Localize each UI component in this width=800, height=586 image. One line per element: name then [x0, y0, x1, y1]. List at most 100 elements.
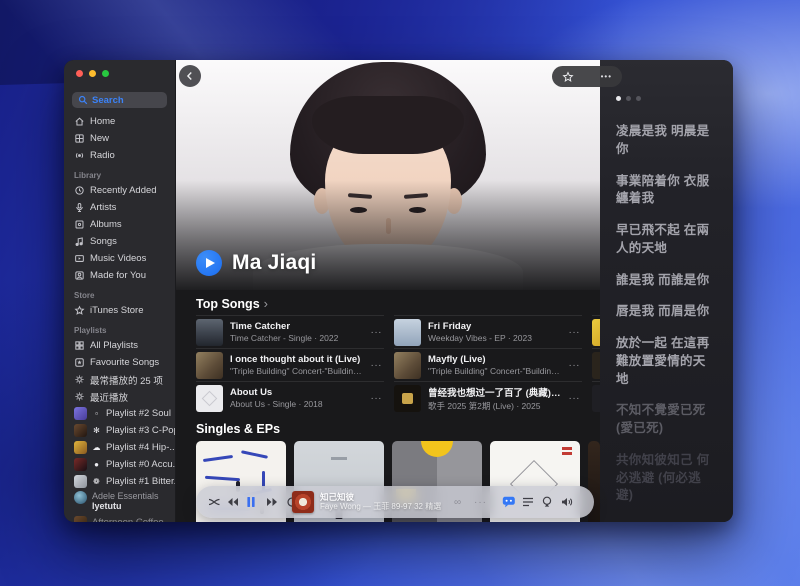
album-art [196, 385, 223, 412]
favorite-star-button[interactable] [562, 71, 574, 83]
song-row-mayfly[interactable]: Mayfly (Live) "Triple Building" Concert-… [394, 348, 582, 381]
album-art [592, 385, 600, 412]
lyric-line[interactable]: 放於一起 在這再難放置愛情的天地 [616, 335, 717, 388]
lyrics-bubble-icon [502, 496, 516, 509]
sidebar-item-afternoon-coffee[interactable]: Afternoon Coffee [64, 514, 175, 522]
zoom-button[interactable] [102, 70, 109, 77]
close-button[interactable] [76, 70, 83, 77]
sidebar-item-made-for-you[interactable]: Made for You [64, 267, 175, 284]
next-button[interactable] [266, 486, 279, 518]
sidebar-item-recently-played[interactable]: 最近播放 [64, 388, 175, 405]
more-icon[interactable] [371, 327, 385, 338]
lyric-line[interactable]: 共你知彼知己 何必逃避 (何必逃避) [616, 452, 717, 505]
star-icon [562, 71, 574, 83]
sidebar-item-all-playlists[interactable]: All Playlists [64, 337, 175, 354]
more-icon[interactable] [569, 393, 583, 404]
sidebar-item-label: Afternoon Coffee [92, 517, 164, 522]
song-row-time-catcher[interactable]: Time Catcher Time Catcher - Single · 202… [196, 315, 384, 348]
sidebar-item-most-played[interactable]: 最常播放的 25 项 [64, 371, 175, 388]
more-icon[interactable] [569, 360, 583, 371]
fast-forward-icon [266, 497, 279, 507]
gear-icon [74, 391, 85, 402]
lyric-line[interactable]: 事業陪着你 衣服纏着我 [616, 173, 717, 209]
song-row-i-once-thought[interactable]: I once thought about it (Live) "Triple B… [196, 348, 384, 381]
grid-plus-icon [74, 133, 85, 144]
sidebar-item-itunes-store[interactable]: iTunes Store [64, 302, 175, 319]
sidebar-item-playlist-1-bitter[interactable]: ❁ Playlist #1 Bitter... [64, 473, 175, 490]
pause-icon [246, 496, 256, 508]
sidebar-item-label: Playlist #4 Hip-... [106, 442, 175, 453]
top-songs-header[interactable]: Top Songs › [196, 296, 580, 311]
rewind-icon [226, 497, 239, 507]
sidebar-item-favourite-songs[interactable]: Favourite Songs [64, 354, 175, 371]
now-playing-info[interactable]: 知己知彼 Faye Wong — 王菲 89-97 32 精選 [320, 486, 441, 518]
sidebar-item-songs[interactable]: Songs [64, 233, 175, 250]
sidebar-item-albums[interactable]: Albums [64, 216, 175, 233]
sidebar-item-label: Favourite Songs [90, 357, 159, 368]
sidebar-item-new[interactable]: New [64, 130, 175, 147]
autoplay-icon[interactable]: ∞ [454, 486, 461, 518]
chevron-right-icon: › [264, 296, 268, 311]
sidebar-item-home[interactable]: Home [64, 113, 175, 130]
minimize-button[interactable] [89, 70, 96, 77]
sidebar-item-label: All Playlists [90, 340, 138, 351]
sidebar-item-artists[interactable]: Artists [64, 199, 175, 216]
now-playing-art [292, 486, 314, 518]
lyrics-button[interactable] [502, 486, 516, 518]
star-icon [74, 305, 85, 316]
song-title: I once thought about it (Live) [230, 354, 364, 365]
shuffle-icon [208, 497, 221, 507]
previous-button[interactable] [226, 486, 239, 518]
sidebar-item-label: Recently Added [90, 185, 157, 196]
person-frame-icon [74, 270, 85, 281]
square-emoji-icon: ▫ [92, 409, 101, 418]
volume-button[interactable] [561, 486, 574, 518]
more-icon[interactable] [371, 393, 385, 404]
sidebar-item-playlist-0-accu[interactable]: ● Playlist #0 Accu... [64, 456, 175, 473]
sidebar-item-label: Playlist #1 Bitter... [106, 476, 175, 487]
queue-button[interactable] [522, 486, 534, 518]
song-row-about-us[interactable]: About Us About Us - Single · 2018 [196, 381, 384, 414]
sidebar-item-playlist-2-soul[interactable]: ▫ Playlist #2 Soul [64, 405, 175, 422]
sidebar-item-sublabel: lyetutu [92, 501, 159, 511]
pause-button[interactable] [246, 486, 256, 518]
search-input[interactable]: Search [72, 92, 167, 108]
player-bar: 知己知彼 Faye Wong — 王菲 89-97 32 精選 ∞ ··· [196, 486, 594, 518]
lyric-line[interactable]: 凌晨是我 明晨是你 [616, 123, 717, 159]
sidebar-item-radio[interactable]: Radio [64, 147, 175, 164]
sidebar-item-music-videos[interactable]: Music Videos [64, 250, 175, 267]
lyric-line[interactable]: 誰是我 而誰是你 [616, 272, 717, 290]
more-icon[interactable] [371, 360, 385, 371]
sidebar-item-recently-added[interactable]: Recently Added [64, 182, 175, 199]
sidebar-item-label: Made for You [90, 270, 146, 281]
more-icon[interactable] [569, 327, 583, 338]
play-button[interactable] [196, 250, 222, 276]
song-row-live-2025[interactable]: 曾经我也想过一了百了 (典藏) [Live] 歌手 2025 第2期 (Live… [394, 381, 582, 414]
airplay-button[interactable] [541, 486, 553, 518]
lyrics-progress-dots [616, 96, 717, 101]
lyric-line[interactable]: 早已飛不起 在兩人的天地 [616, 222, 717, 258]
sidebar-item-label: Albums [90, 219, 122, 230]
song-subtitle: About Us - Single · 2018 [230, 399, 364, 409]
song-column-clipped [592, 315, 600, 414]
sidebar-item-adele-essentials[interactable]: Adele Essentials lyetutu [64, 490, 175, 514]
lyric-line[interactable]: 不知不覺愛已死 (愛已死) [616, 402, 717, 438]
now-playing-title: 知己知彼 [320, 492, 354, 503]
song-row-fri-friday[interactable]: Fri Friday Weekday Vibes - EP · 2023 [394, 315, 582, 348]
sidebar-item-playlist-3-cpop[interactable]: ✻ Playlist #3 C-Pop [64, 422, 175, 439]
sidebar-item-label: Playlist #2 Soul [106, 408, 171, 419]
more-icon[interactable]: ··· [474, 486, 487, 518]
singles-eps-header[interactable]: Singles & EPs [196, 422, 580, 436]
sidebar-item-label: 最常播放的 25 项 [90, 373, 163, 387]
lyric-line[interactable]: 唇是我 而眉是你 [616, 303, 717, 321]
song-subtitle: "Triple Building" Concert-"Building... [428, 366, 562, 376]
more-button[interactable]: ••• [601, 72, 612, 81]
sidebar: Search Home New Radio Library Recently A… [64, 60, 176, 522]
flower-emoji-icon: ❁ [92, 477, 101, 486]
circle-emoji-icon: ● [92, 460, 101, 469]
sidebar-item-label: Home [90, 116, 115, 127]
sidebar-item-playlist-4-hip[interactable]: ☁ Playlist #4 Hip-... [64, 439, 175, 456]
album-art [394, 352, 421, 379]
back-button[interactable] [179, 65, 201, 87]
shuffle-button[interactable] [208, 486, 221, 518]
